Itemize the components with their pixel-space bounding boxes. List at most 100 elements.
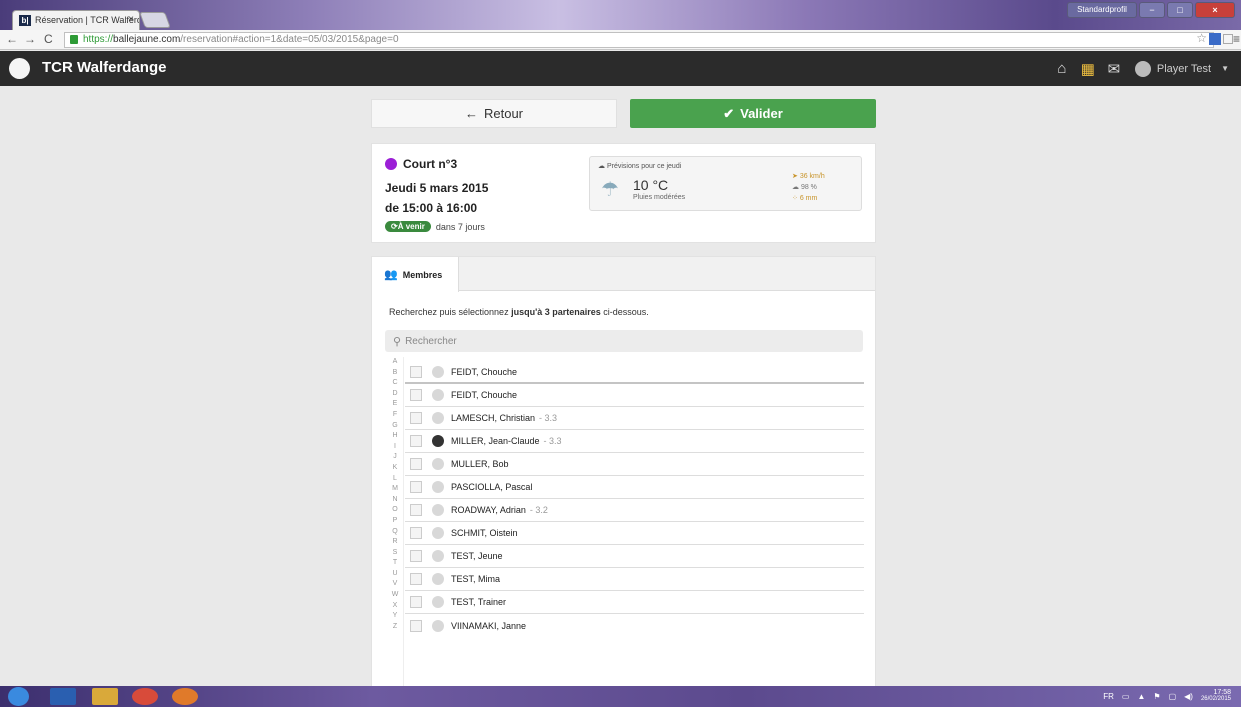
- member-checkbox[interactable]: [410, 527, 422, 539]
- alphabet-letter[interactable]: Y: [387, 611, 403, 622]
- flag-icon[interactable]: ⚑: [1153, 692, 1160, 701]
- maximize-button[interactable]: □: [1167, 2, 1193, 18]
- alphabet-letter[interactable]: W: [387, 590, 403, 601]
- member-checkbox[interactable]: [410, 435, 422, 447]
- alphabet-letter[interactable]: Q: [387, 527, 403, 538]
- alphabet-letter[interactable]: V: [387, 579, 403, 590]
- member-row[interactable]: SCHMIT, Oistein: [405, 522, 864, 545]
- member-avatar-icon: [432, 435, 444, 447]
- back-button[interactable]: ← Retour: [371, 99, 617, 128]
- chrome-icon[interactable]: [132, 688, 158, 705]
- avatar: [1134, 60, 1151, 77]
- menu-icon[interactable]: ≡: [1233, 32, 1240, 46]
- user-menu[interactable]: Player Test ▼: [1134, 60, 1229, 77]
- alphabet-letter[interactable]: M: [387, 484, 403, 495]
- member-checkbox[interactable]: [410, 481, 422, 493]
- tray-expand-icon[interactable]: ▲: [1137, 692, 1145, 701]
- reservation-card: Court n°3 Jeudi 5 mars 2015 de 15:00 à 1…: [371, 143, 876, 243]
- alphabet-letter[interactable]: A: [387, 357, 403, 368]
- calendar-icon[interactable]: ▦: [1075, 51, 1101, 86]
- alphabet-letter[interactable]: X: [387, 601, 403, 612]
- extension-icon[interactable]: [1223, 34, 1233, 44]
- reload-icon[interactable]: C: [44, 32, 53, 46]
- minimize-button[interactable]: −: [1139, 2, 1165, 18]
- alphabet-letter[interactable]: R: [387, 537, 403, 548]
- clock[interactable]: 17:58 26/02/2015: [1201, 689, 1231, 703]
- alphabet-letter[interactable]: Z: [387, 622, 403, 633]
- new-tab-button[interactable]: [139, 12, 171, 28]
- alphabet-letter[interactable]: L: [387, 474, 403, 485]
- member-row[interactable]: LAMESCH, Christian - 3.3: [405, 407, 864, 430]
- member-checkbox[interactable]: [410, 389, 422, 401]
- tab-members[interactable]: 👥 Membres: [372, 257, 459, 292]
- member-row[interactable]: TEST, Trainer: [405, 591, 864, 614]
- member-row[interactable]: FEIDT, Chouche: [405, 361, 864, 384]
- keyboard-icon[interactable]: ▭: [1122, 692, 1130, 701]
- home-icon[interactable]: ⌂: [1049, 51, 1075, 86]
- close-window-button[interactable]: ×: [1195, 2, 1235, 18]
- member-row[interactable]: MULLER, Bob: [405, 453, 864, 476]
- browser-tab[interactable]: b| Réservation | TCR Walferd ×: [12, 10, 140, 30]
- ball-logo-icon[interactable]: [9, 58, 30, 79]
- member-row[interactable]: TEST, Mima: [405, 568, 864, 591]
- member-name: MILLER, Jean-Claude: [451, 436, 540, 446]
- member-name: SCHMIT, Oistein: [451, 528, 518, 538]
- member-checkbox[interactable]: [410, 458, 422, 470]
- network-icon[interactable]: ▢: [1169, 692, 1177, 701]
- weather-description: Pluies modérées: [633, 194, 686, 201]
- language-indicator[interactable]: FR: [1103, 692, 1114, 701]
- url-scheme: https://: [83, 34, 114, 45]
- bookmark-star-icon[interactable]: ☆: [1196, 31, 1207, 45]
- alphabet-letter[interactable]: S: [387, 548, 403, 559]
- member-row[interactable]: PASCIOLLA, Pascal: [405, 476, 864, 499]
- member-row[interactable]: MILLER, Jean-Claude - 3.3: [405, 430, 864, 453]
- member-name: TEST, Jeune: [451, 551, 503, 561]
- forward-arrow-icon[interactable]: →: [24, 32, 36, 46]
- start-button[interactable]: [8, 687, 29, 706]
- member-level: - 3.2: [529, 505, 548, 515]
- alphabet-letter[interactable]: G: [387, 421, 403, 432]
- alphabet-letter[interactable]: J: [387, 452, 403, 463]
- firefox-icon[interactable]: [172, 688, 198, 705]
- member-checkbox[interactable]: [410, 596, 422, 608]
- member-checkbox[interactable]: [410, 504, 422, 516]
- system-tray: FR ▭ ▲ ⚑ ▢ ◀) 17:58 26/02/2015: [1103, 689, 1231, 703]
- validate-button[interactable]: ✔ Valider: [630, 99, 876, 128]
- member-row[interactable]: VIINAMAKI, Janne: [405, 614, 864, 637]
- url-input[interactable]: https://ballejaune.com/reservation#actio…: [64, 32, 1214, 48]
- alphabet-letter[interactable]: O: [387, 505, 403, 516]
- alphabet-letter[interactable]: B: [387, 368, 403, 379]
- alphabet-letter[interactable]: H: [387, 431, 403, 442]
- alphabet-letter[interactable]: P: [387, 516, 403, 527]
- alphabet-letter[interactable]: K: [387, 463, 403, 474]
- alphabet-letter[interactable]: D: [387, 389, 403, 400]
- alphabet-letter[interactable]: U: [387, 569, 403, 580]
- member-checkbox[interactable]: [410, 550, 422, 562]
- brand-title[interactable]: TCR Walferdange: [42, 59, 166, 76]
- alphabet-letter[interactable]: N: [387, 495, 403, 506]
- clock-date: 26/02/2015: [1200, 696, 1231, 702]
- profile-button[interactable]: Standardprofil: [1067, 2, 1137, 18]
- envelope-icon[interactable]: ✉: [1101, 51, 1127, 86]
- alphabet-letter[interactable]: F: [387, 410, 403, 421]
- member-checkbox[interactable]: [410, 619, 422, 632]
- member-checkbox[interactable]: [410, 412, 422, 424]
- member-row[interactable]: ROADWAY, Adrian - 3.2: [405, 499, 864, 522]
- alphabet-letter[interactable]: C: [387, 378, 403, 389]
- favicon-icon: b|: [19, 15, 31, 26]
- member-row[interactable]: TEST, Jeune: [405, 545, 864, 568]
- member-checkbox[interactable]: [410, 573, 422, 585]
- arrow-left-icon: ←: [464, 106, 478, 121]
- alphabet-letter[interactable]: I: [387, 442, 403, 453]
- alphabet-letter[interactable]: E: [387, 399, 403, 410]
- back-arrow-icon[interactable]: ←: [6, 32, 18, 46]
- tab-close-icon[interactable]: ×: [128, 14, 134, 25]
- explorer-icon[interactable]: [92, 688, 118, 705]
- extension-icon[interactable]: [1209, 33, 1221, 45]
- alphabet-letter[interactable]: T: [387, 558, 403, 569]
- search-input[interactable]: ⚲ Rechercher: [385, 330, 863, 352]
- volume-icon[interactable]: ◀): [1184, 692, 1193, 701]
- member-checkbox[interactable]: [410, 365, 422, 378]
- media-player-icon[interactable]: [50, 688, 76, 705]
- member-row[interactable]: FEIDT, Chouche: [405, 384, 864, 407]
